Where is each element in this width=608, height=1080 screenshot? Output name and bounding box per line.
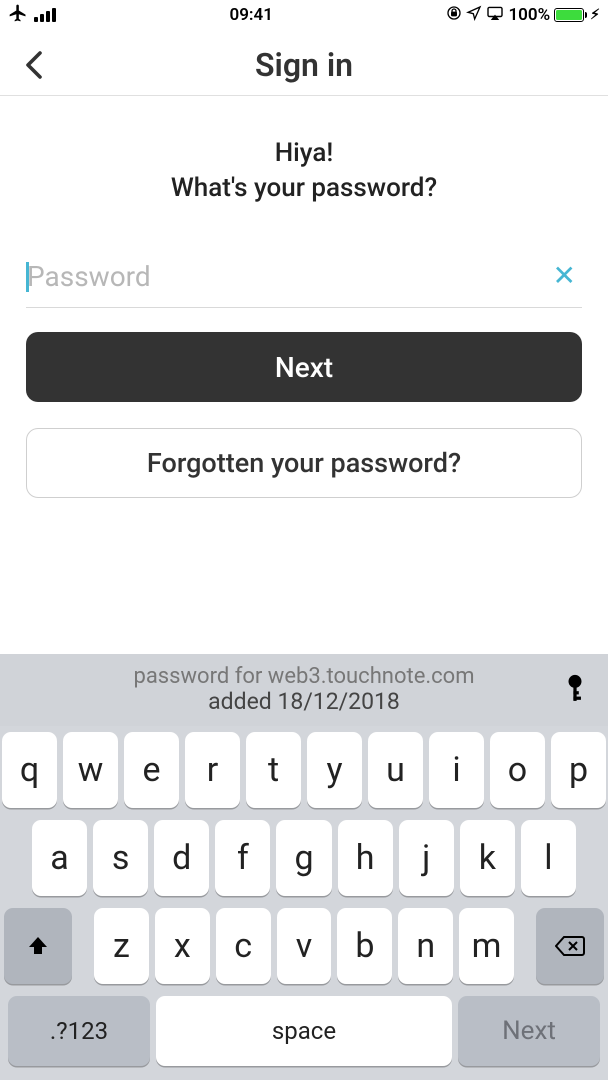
forgot-password-button[interactable]: Forgotten your password? — [26, 428, 582, 498]
next-button[interactable]: Next — [26, 332, 582, 402]
keyboard-row-3: z x c v b n m — [4, 908, 604, 984]
back-button[interactable] — [12, 34, 56, 96]
key-l[interactable]: l — [521, 820, 576, 896]
key-j[interactable]: j — [399, 820, 454, 896]
status-left — [8, 3, 56, 28]
shift-key[interactable] — [4, 908, 72, 984]
airplay-icon — [486, 5, 504, 25]
keyboard-next-key[interactable]: Next — [458, 996, 600, 1066]
backspace-key[interactable] — [536, 908, 604, 984]
password-autofill-suggestion[interactable]: password for web3.touchnote.com added 18… — [0, 654, 608, 726]
key-n[interactable]: n — [398, 908, 453, 984]
key-c[interactable]: c — [216, 908, 271, 984]
key-k[interactable]: k — [460, 820, 515, 896]
autofill-line1: password for web3.touchnote.com — [133, 664, 474, 689]
keyboard-row-1: q w e r t y u i o p — [4, 732, 604, 808]
nav-bar: Sign in — [0, 34, 608, 96]
key-h[interactable]: h — [338, 820, 393, 896]
key-y[interactable]: y — [307, 732, 362, 808]
keyboard-row-bottom: .?123 space Next — [4, 996, 604, 1074]
on-screen-keyboard: password for web3.touchnote.com added 18… — [0, 654, 608, 1080]
autofill-line2: added 18/12/2018 — [133, 689, 474, 715]
location-icon — [466, 5, 482, 26]
greeting-text: Hiya! What's your password? — [26, 136, 582, 206]
signal-strength-icon — [34, 8, 56, 22]
key-z[interactable]: z — [94, 908, 149, 984]
key-o[interactable]: o — [490, 732, 545, 808]
key-p[interactable]: p — [551, 732, 606, 808]
key-s[interactable]: s — [93, 820, 148, 896]
password-input[interactable]: Password ✕ — [26, 260, 582, 308]
key-i[interactable]: i — [429, 732, 484, 808]
password-placeholder: Password — [26, 260, 151, 293]
key-d[interactable]: d — [154, 820, 209, 896]
status-time: 09:41 — [229, 5, 272, 25]
battery-icon — [554, 8, 584, 22]
key-u[interactable]: u — [368, 732, 423, 808]
key-b[interactable]: b — [337, 908, 392, 984]
key-x[interactable]: x — [155, 908, 210, 984]
key-t[interactable]: t — [246, 732, 301, 808]
key-r[interactable]: r — [185, 732, 240, 808]
key-a[interactable]: a — [32, 820, 87, 896]
text-cursor — [26, 262, 29, 292]
clear-input-button[interactable]: ✕ — [553, 262, 576, 290]
charging-icon: ⚡︎ — [590, 7, 600, 23]
battery-percentage: 100% — [508, 5, 550, 25]
key-q[interactable]: q — [2, 732, 57, 808]
status-right: 100% ⚡︎ — [446, 5, 600, 26]
main-content: Hiya! What's your password? Password ✕ N… — [0, 96, 608, 498]
space-key[interactable]: space — [156, 996, 452, 1066]
orientation-lock-icon — [446, 5, 462, 26]
airplane-mode-icon — [8, 3, 28, 28]
key-e[interactable]: e — [124, 732, 179, 808]
greeting-line2: What's your password? — [171, 173, 437, 203]
numbers-key[interactable]: .?123 — [8, 996, 150, 1066]
keychain-icon[interactable] — [562, 672, 588, 714]
key-w[interactable]: w — [63, 732, 118, 808]
key-v[interactable]: v — [277, 908, 332, 984]
key-m[interactable]: m — [459, 908, 514, 984]
key-f[interactable]: f — [215, 820, 270, 896]
forgot-password-label: Forgotten your password? — [147, 447, 461, 479]
page-title: Sign in — [255, 46, 353, 84]
keyboard-row-2: a s d f g h j k l — [4, 820, 604, 896]
next-button-label: Next — [275, 351, 333, 384]
key-g[interactable]: g — [276, 820, 331, 896]
greeting-line1: Hiya! — [275, 138, 334, 168]
status-bar: 09:41 100% ⚡︎ — [0, 0, 608, 30]
